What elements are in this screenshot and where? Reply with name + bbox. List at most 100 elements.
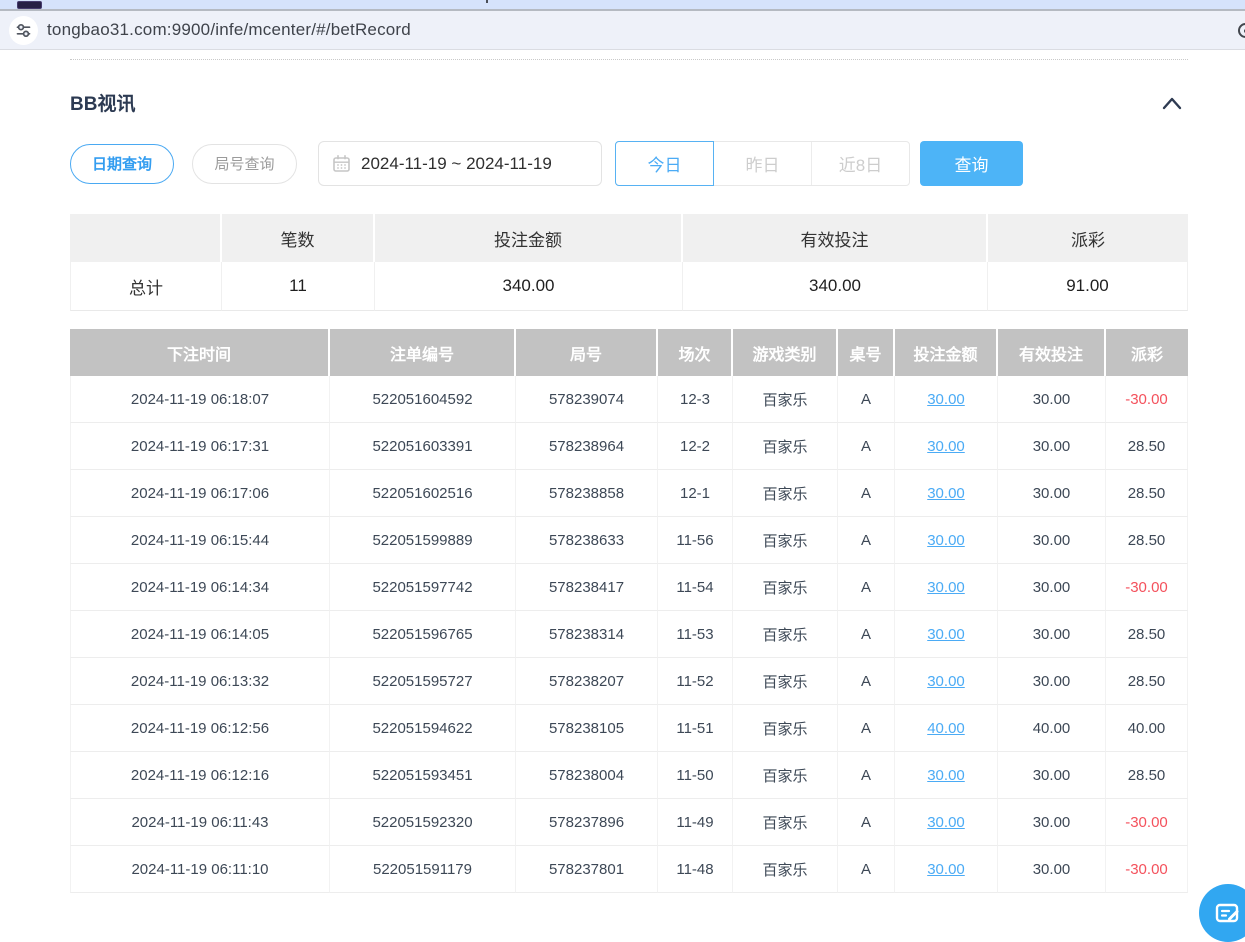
cell-table: A — [838, 376, 895, 423]
cell-table: A — [838, 846, 895, 893]
table-row: 2024-11-19 06:14:05522051596765578238314… — [70, 611, 1188, 658]
table-row: 2024-11-19 06:11:10522051591179578237801… — [70, 846, 1188, 893]
browser-address-bar[interactable]: tongbao31.com:9900/infe/mcenter/#/betRec… — [0, 11, 1245, 50]
collapse-button[interactable] — [1160, 95, 1184, 111]
extension-circle-icon[interactable] — [1238, 23, 1245, 38]
table-row: 2024-11-19 06:17:06522051602516578238858… — [70, 470, 1188, 517]
cell-valid: 30.00 — [998, 564, 1106, 611]
header-bet-time: 下注时间 — [70, 329, 330, 376]
bet-amount-link[interactable]: 30.00 — [927, 861, 965, 878]
cell-session: 11-49 — [658, 799, 733, 846]
summary-total-count: 11 — [222, 262, 375, 311]
cell-session: 12-3 — [658, 376, 733, 423]
bet-amount-link[interactable]: 30.00 — [927, 814, 965, 831]
bet-amount-link[interactable]: 30.00 — [927, 579, 965, 596]
dotted-divider — [70, 59, 1188, 60]
service-float-button[interactable] — [1199, 884, 1245, 942]
table-row: 2024-11-19 06:17:31522051603391578238964… — [70, 423, 1188, 470]
cell-time: 2024-11-19 06:17:06 — [70, 470, 330, 517]
cell-game: 百家乐 — [733, 564, 838, 611]
cell-game: 百家乐 — [733, 658, 838, 705]
summary-total-row: 总计 11 340.00 340.00 91.00 — [70, 262, 1188, 311]
cell-valid: 40.00 — [998, 705, 1106, 752]
summary-header-row: 笔数 投注金额 有效投注 派彩 — [70, 214, 1188, 262]
cell-valid: 30.00 — [998, 376, 1106, 423]
bet-record-table: 下注时间 注单编号 局号 场次 游戏类别 桌号 投注金额 有效投注 派彩 202… — [70, 329, 1188, 893]
cell-time: 2024-11-19 06:14:05 — [70, 611, 330, 658]
cell-payout: -30.00 — [1106, 564, 1188, 611]
cell-round_no: 578239074 — [516, 376, 658, 423]
cell-session: 12-2 — [658, 423, 733, 470]
summary-header-valid-bet: 有效投注 — [683, 214, 988, 262]
cell-valid: 30.00 — [998, 423, 1106, 470]
cell-order_no: 522051602516 — [330, 470, 516, 517]
cell-order_no: 522051599889 — [330, 517, 516, 564]
cell-round_no: 578238105 — [516, 705, 658, 752]
url-text[interactable]: tongbao31.com:9900/infe/mcenter/#/betRec… — [47, 20, 411, 40]
bet-amount-link[interactable]: 40.00 — [927, 720, 965, 737]
bet-amount-link[interactable]: 30.00 — [927, 532, 965, 549]
bet-amount-link[interactable]: 30.00 — [927, 391, 965, 408]
bet-amount-link[interactable]: 30.00 — [927, 767, 965, 784]
tab-divider — [486, 0, 488, 3]
cell-table: A — [838, 517, 895, 564]
cell-time: 2024-11-19 06:11:10 — [70, 846, 330, 893]
calendar-icon — [332, 154, 351, 173]
cell-valid: 30.00 — [998, 658, 1106, 705]
cell-round_no: 578238314 — [516, 611, 658, 658]
cell-table: A — [838, 611, 895, 658]
quick-range-yesterday[interactable]: 昨日 — [714, 142, 812, 185]
browser-tab-strip — [0, 0, 1245, 11]
bet-record-page: BB视讯 日期查询 局号查询 2024-11-19 ~ 2024-11-19 今… — [0, 59, 1245, 893]
cell-valid: 30.00 — [998, 799, 1106, 846]
cell-time: 2024-11-19 06:11:43 — [70, 799, 330, 846]
bet-amount-link[interactable]: 30.00 — [927, 485, 965, 502]
header-session: 场次 — [658, 329, 733, 376]
cell-payout: 28.50 — [1106, 470, 1188, 517]
date-query-tab[interactable]: 日期查询 — [70, 144, 174, 184]
date-range-picker[interactable]: 2024-11-19 ~ 2024-11-19 — [318, 141, 602, 186]
cell-time: 2024-11-19 06:18:07 — [70, 376, 330, 423]
cell-session: 12-1 — [658, 470, 733, 517]
cell-bet: 30.00 — [895, 423, 998, 470]
cell-payout: -30.00 — [1106, 846, 1188, 893]
round-query-tab[interactable]: 局号查询 — [192, 144, 297, 184]
cell-time: 2024-11-19 06:14:34 — [70, 564, 330, 611]
bet-amount-link[interactable]: 30.00 — [927, 626, 965, 643]
cell-order_no: 522051603391 — [330, 423, 516, 470]
header-table-number: 桌号 — [838, 329, 895, 376]
summary-total-bet-amount: 340.00 — [375, 262, 683, 311]
cell-round_no: 578237896 — [516, 799, 658, 846]
cell-table: A — [838, 564, 895, 611]
cell-session: 11-54 — [658, 564, 733, 611]
cell-order_no: 522051596765 — [330, 611, 516, 658]
summary-header-blank — [70, 214, 222, 262]
table-row: 2024-11-19 06:15:44522051599889578238633… — [70, 517, 1188, 564]
header-bet-amount: 投注金额 — [895, 329, 998, 376]
bet-amount-link[interactable]: 30.00 — [927, 673, 965, 690]
cell-time: 2024-11-19 06:13:32 — [70, 658, 330, 705]
quick-range-last8days[interactable]: 近8日 — [812, 142, 909, 185]
cell-order_no: 522051597742 — [330, 564, 516, 611]
cell-valid: 30.00 — [998, 846, 1106, 893]
bet-amount-link[interactable]: 30.00 — [927, 438, 965, 455]
cell-table: A — [838, 752, 895, 799]
cell-round_no: 578238964 — [516, 423, 658, 470]
cell-session: 11-51 — [658, 705, 733, 752]
cell-bet: 30.00 — [895, 752, 998, 799]
cell-game: 百家乐 — [733, 752, 838, 799]
summary-total-payout: 91.00 — [988, 262, 1188, 311]
search-button[interactable]: 查询 — [920, 141, 1023, 186]
table-row: 2024-11-19 06:13:32522051595727578238207… — [70, 658, 1188, 705]
cell-round_no: 578238417 — [516, 564, 658, 611]
table-row: 2024-11-19 06:14:34522051597742578238417… — [70, 564, 1188, 611]
site-info-button[interactable] — [9, 16, 38, 45]
table-row: 2024-11-19 06:11:43522051592320578237896… — [70, 799, 1188, 846]
summary-total-valid-bet: 340.00 — [683, 262, 988, 311]
cell-time: 2024-11-19 06:12:16 — [70, 752, 330, 799]
cell-bet: 30.00 — [895, 658, 998, 705]
cell-order_no: 522051604592 — [330, 376, 516, 423]
cell-bet: 30.00 — [895, 564, 998, 611]
cell-game: 百家乐 — [733, 470, 838, 517]
quick-range-today[interactable]: 今日 — [615, 141, 714, 186]
